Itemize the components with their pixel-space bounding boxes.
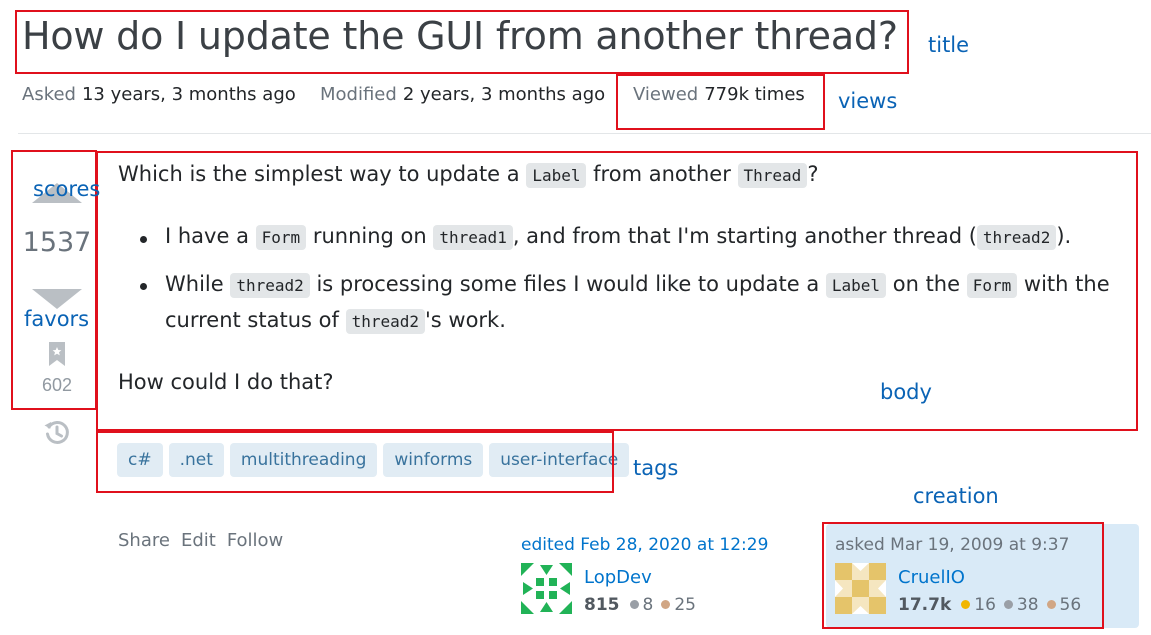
annotation-tags-label: tags [633,456,679,480]
asked-key: Asked [22,84,76,105]
silver-badge-count: 8 [642,595,654,615]
editor-reputation: 815 8 25 [584,595,696,615]
annotation-favors-label: favors [24,307,90,331]
modified-key: Modified [320,84,397,105]
annotation-scores-label: scores [33,177,101,201]
header-divider [18,133,1151,134]
tags-annotation-box [96,431,614,493]
bronze-badge-count: 25 [674,595,696,615]
body-annotation-box [96,151,1138,431]
share-link[interactable]: Share [118,530,170,551]
views-annotation-box [616,74,825,130]
creation-annotation-box [822,522,1104,629]
post-actions: Share Edit Follow [118,530,283,551]
editor-avatar[interactable] [521,563,572,614]
history-icon[interactable] [43,419,71,447]
annotation-creation-label: creation [913,484,999,508]
annotation-views-label: views [838,89,898,113]
editor-name[interactable]: LopDev [584,567,652,588]
bronze-badge-icon [661,600,671,609]
follow-link[interactable]: Follow [227,530,283,551]
asked-meta: Asked 13 years, 3 months ago [22,84,296,105]
asked-value[interactable]: 13 years, 3 months ago [82,84,296,105]
annotation-title-label: title [928,33,970,57]
modified-meta: Modified 2 years, 3 months ago [320,84,605,105]
title-annotation-box [15,10,909,74]
modified-value[interactable]: 2 years, 3 months ago [403,84,605,105]
edited-timestamp[interactable]: edited Feb 28, 2020 at 12:29 [521,535,768,555]
edit-link[interactable]: Edit [181,530,216,551]
reputation-score: 815 [584,595,620,615]
silver-badge-icon [629,600,639,609]
annotation-body-label: body [880,380,932,404]
